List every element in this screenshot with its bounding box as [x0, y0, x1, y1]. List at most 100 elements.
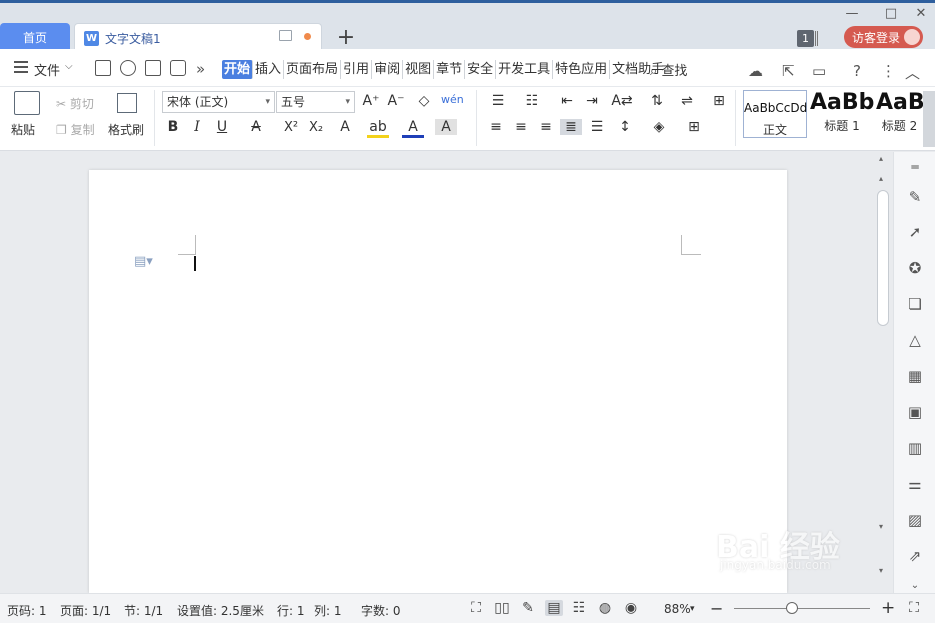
new-tab-button[interactable]: +: [334, 25, 358, 50]
style-normal[interactable]: AaBbCcDd 正文: [743, 90, 807, 138]
table-icon[interactable]: ⊞: [708, 93, 730, 109]
format-painter-button[interactable]: 格式刷: [108, 121, 144, 138]
show-marks-icon[interactable]: ⇌: [676, 93, 698, 109]
copy-button[interactable]: ❐ 复制: [56, 121, 95, 138]
page-view-icon[interactable]: ▤: [545, 600, 563, 616]
tab-developer[interactable]: 开发工具: [496, 60, 554, 79]
pen-icon[interactable]: ✎: [906, 188, 924, 206]
chart-icon[interactable]: ▥: [906, 439, 924, 457]
highlight-icon[interactable]: ab: [367, 119, 389, 138]
zoom-out-button[interactable]: −: [710, 599, 723, 618]
undo-icon[interactable]: [120, 60, 136, 76]
align-center-icon[interactable]: ≡: [510, 119, 532, 135]
paste-button[interactable]: 粘贴: [11, 121, 35, 138]
file-menu[interactable]: 文件: [34, 60, 60, 79]
status-setting[interactable]: 设置值: 2.5厘米: [177, 602, 264, 619]
underline-button[interactable]: U: [211, 119, 233, 135]
table-icon[interactable]: ▦: [906, 367, 924, 385]
tab-page-layout[interactable]: 页面布局: [284, 60, 342, 79]
scroll-down-icon[interactable]: ▾: [879, 566, 883, 575]
text-direction-icon[interactable]: A⇄: [611, 93, 633, 109]
chevron-down-icon[interactable]: ▾: [690, 604, 695, 614]
numbered-list-icon[interactable]: ☷: [521, 93, 543, 109]
status-row[interactable]: 行: 1: [277, 602, 305, 619]
superscript-button[interactable]: X²: [280, 120, 302, 135]
settings-sliders-icon[interactable]: ⚌: [906, 475, 924, 493]
scroll-down-icon[interactable]: ▾: [879, 522, 883, 531]
fit-page-icon[interactable]: ⛶: [905, 600, 923, 616]
clear-format-icon[interactable]: ◇: [413, 93, 435, 109]
outline-view-icon[interactable]: ☷: [570, 600, 588, 616]
tab-special-apps[interactable]: 特色应用: [553, 60, 611, 79]
font-size-select[interactable]: 五号 ▾: [276, 91, 355, 113]
scrollbar-thumb[interactable]: [877, 190, 889, 326]
tab-insert[interactable]: 插入: [253, 60, 285, 79]
monitor-icon[interactable]: [279, 30, 292, 41]
increase-indent-icon[interactable]: ⇥: [581, 93, 603, 109]
italic-button[interactable]: I: [186, 119, 208, 135]
zoom-slider-knob[interactable]: [786, 602, 799, 614]
document-page[interactable]: ▤▾: [89, 170, 787, 593]
save-icon[interactable]: [95, 60, 111, 76]
strikethrough-button[interactable]: A: [245, 119, 267, 135]
tab-review[interactable]: 审阅: [372, 60, 404, 79]
borders-icon[interactable]: ⊞: [683, 119, 705, 135]
scroll-up-icon[interactable]: ▴: [879, 154, 883, 163]
tab-start[interactable]: 开始: [222, 60, 254, 79]
clipboard-icon[interactable]: [14, 91, 40, 115]
tab-references[interactable]: 引用: [341, 60, 373, 79]
cloud-sync-icon[interactable]: ☁: [748, 62, 763, 80]
notification-badge[interactable]: 1: [797, 30, 814, 47]
pen-mode-icon[interactable]: ✎: [519, 600, 537, 616]
layers-icon[interactable]: △: [906, 331, 924, 349]
decrease-indent-icon[interactable]: ⇤: [556, 93, 578, 109]
more-options-icon[interactable]: ⋮: [881, 62, 896, 80]
zoom-slider-track[interactable]: [734, 608, 870, 609]
zoom-level[interactable]: 88%: [664, 602, 691, 616]
eye-protection-icon[interactable]: ◉: [622, 600, 640, 616]
shrink-font-button[interactable]: A⁻: [385, 93, 407, 109]
zoom-in-button[interactable]: +: [881, 598, 895, 618]
minimize-button[interactable]: —: [842, 6, 862, 21]
collaborate-icon[interactable]: ▭: [812, 62, 826, 80]
align-left-icon[interactable]: ≡: [485, 119, 507, 135]
status-page-number[interactable]: 页码: 1: [7, 602, 47, 619]
reading-mode-icon[interactable]: ▯▯: [493, 600, 511, 616]
char-shading-icon[interactable]: A: [435, 119, 457, 135]
web-view-icon[interactable]: ◍: [596, 600, 614, 616]
style-heading-1[interactable]: AaBb 标题 1: [810, 90, 874, 138]
sort-icon[interactable]: ⇅: [646, 93, 668, 109]
line-spacing-icon[interactable]: ↕: [614, 119, 636, 135]
apps-grid-icon[interactable]: ▣: [906, 403, 924, 421]
guest-login-button[interactable]: 访客登录: [844, 26, 923, 48]
drag-handle-icon[interactable]: ═: [906, 158, 924, 176]
cursor-select-icon[interactable]: ➚: [906, 223, 924, 241]
tab-view[interactable]: 视图: [403, 60, 435, 79]
ribbon-scrollbar[interactable]: [923, 91, 935, 147]
award-icon[interactable]: ✪: [906, 259, 924, 277]
text-effect-icon[interactable]: A: [334, 119, 356, 135]
pinyin-guide-button[interactable]: wén: [441, 93, 464, 106]
cut-button[interactable]: ✂ 剪切: [56, 95, 94, 112]
subscript-button[interactable]: X₂: [305, 120, 327, 135]
font-name-select[interactable]: 宋体 (正文) ▾: [162, 91, 275, 113]
font-color-icon[interactable]: A: [402, 119, 424, 138]
tab-home[interactable]: 首页: [0, 23, 70, 52]
style-heading-2[interactable]: AaBl 标题 2: [876, 90, 923, 138]
status-section[interactable]: 节: 1/1: [124, 602, 163, 619]
shapes-icon[interactable]: ❏: [906, 295, 924, 313]
status-word-count[interactable]: 字数: 0: [361, 602, 401, 619]
vertical-scrollbar[interactable]: ▴ ▴ ▾ ▾: [875, 152, 893, 593]
image-icon[interactable]: ▨: [906, 511, 924, 529]
search-button[interactable]: ⌕ 查找: [650, 60, 687, 79]
tab-document[interactable]: W 文字文稿1: [74, 23, 322, 52]
chevron-down-icon[interactable]: ⌵: [65, 61, 73, 72]
more-chevrons-icon[interactable]: »: [196, 60, 205, 78]
justify-icon[interactable]: ≣: [560, 119, 582, 135]
distribute-icon[interactable]: ☰: [586, 119, 608, 135]
print-preview-icon[interactable]: [170, 60, 186, 76]
hamburger-icon[interactable]: [14, 61, 28, 73]
bold-button[interactable]: B: [162, 119, 184, 135]
close-button[interactable]: ✕: [911, 6, 931, 21]
scroll-up-icon[interactable]: ▴: [879, 174, 883, 183]
